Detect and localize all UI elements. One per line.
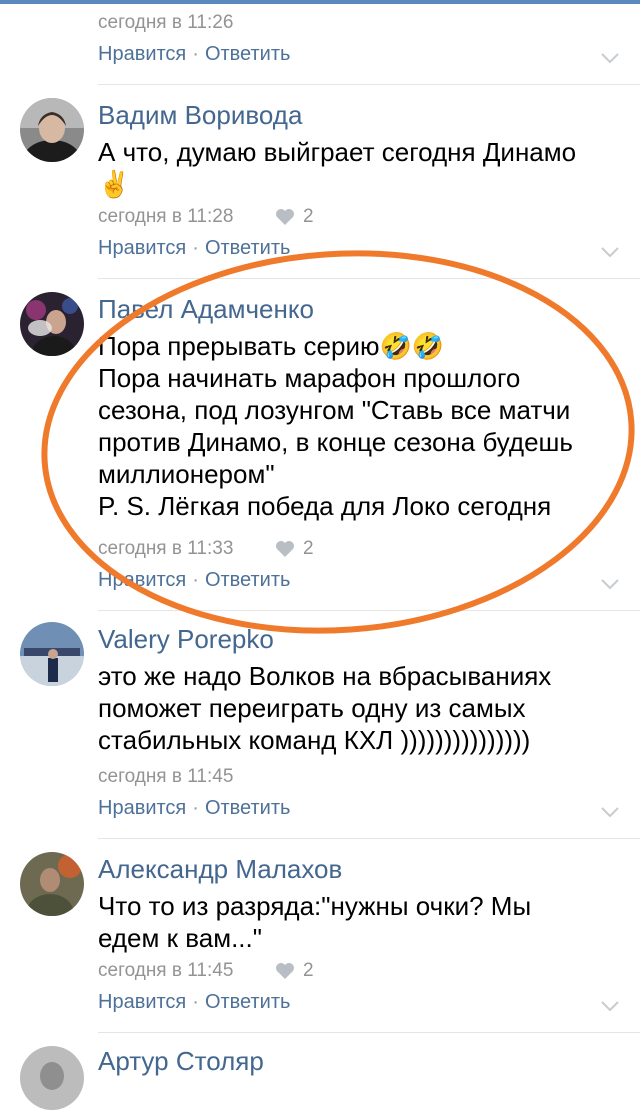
comment-text-line: ✌️ [98,169,131,199]
comment-text-line: против Динамо, в конце сезона будешь [98,427,573,457]
avatar[interactable] [20,852,84,916]
comment-time: сегодня в 11:45 [98,960,234,981]
like-button[interactable]: Нравится [98,797,186,819]
comment-text-line: поможет переиграть одну из самых [98,693,526,723]
comment-author[interactable]: Павел Адамченко [98,294,314,324]
comment-text-line: миллионером" [98,459,275,489]
divider [98,610,640,611]
actions-separator: · [192,569,199,591]
likes-count: 2 [275,538,314,560]
comment-time: сегодня в 11:26 [98,12,234,33]
comment-text: Пора прерывать серию🤣🤣 Пора начинать мар… [98,330,628,522]
comment-author[interactable]: Valery Porepko [98,624,274,654]
comment-author[interactable]: Александр Малахов [98,854,342,884]
likes-number: 2 [303,538,314,559]
divider [98,84,640,85]
comment-author[interactable]: Вадим Воривода [98,100,302,130]
comment-text-line: Что то из разряда:"нужны очки? Мы [98,891,532,921]
avatar[interactable] [20,98,84,162]
comment-text-line: едем к вам..." [98,923,262,953]
actions-separator: · [192,797,199,819]
comment-text-line: стабильных команд КХЛ ))))))))))))))) [98,725,531,755]
reply-button[interactable]: Ответить [205,43,291,65]
reply-button[interactable]: Ответить [205,797,291,819]
actions-separator: · [192,991,199,1013]
likes-count: 2 [275,960,314,982]
reply-button[interactable]: Ответить [205,237,291,259]
like-button[interactable]: Нравится [98,237,186,259]
divider [98,278,640,279]
divider [98,838,640,839]
comment-text: А что, думаю выйграет сегодня Динамо ✌️ [98,136,628,200]
avatar[interactable] [20,1046,84,1110]
comment-actions: Нравится · Ответить [98,568,290,592]
comment-actions: Нравится · Ответить [98,796,290,820]
comment-author[interactable]: Артур Столяр [98,1046,264,1076]
actions-separator: · [192,237,199,259]
likes-number: 2 [303,206,314,227]
divider [98,1032,640,1033]
comment-text-line: Пора начинать марафон прошлого [98,363,521,393]
comment-text-line: А что, думаю выйграет сегодня Динамо [98,137,577,167]
chevron-down-icon[interactable] [600,246,620,258]
comment-actions: Нравится · Ответить [98,990,290,1014]
actions-separator: · [192,43,199,65]
comment-actions: Нравится · Ответить [98,42,290,66]
comment-text: это же надо Волков на вбрасываниях помож… [98,660,628,756]
comment-time: сегодня в 11:33 [98,538,234,559]
comment-text-line: P. S. Лёгкая победа для Локо сегодня [98,491,552,521]
comment-text: Что то из разряда:"нужны очки? Мы едем к… [98,890,628,954]
like-button[interactable]: Нравится [98,569,186,591]
reply-button[interactable]: Ответить [205,569,291,591]
like-button[interactable]: Нравится [98,991,186,1013]
avatar[interactable] [20,292,84,356]
likes-count: 2 [275,206,314,228]
reply-button[interactable]: Ответить [205,991,291,1013]
top-bar [0,0,640,4]
comment-time: сегодня в 11:45 [98,766,234,787]
like-button[interactable]: Нравится [98,43,186,65]
heart-icon [276,541,294,557]
heart-icon [276,209,294,225]
chevron-down-icon[interactable] [600,578,620,590]
chevron-down-icon[interactable] [600,1000,620,1012]
comment-text-line: Пора прерывать серию🤣🤣 [98,331,445,361]
chevron-down-icon[interactable] [600,52,620,64]
likes-number: 2 [303,960,314,981]
heart-icon [276,963,294,979]
comment-time: сегодня в 11:28 [98,206,234,227]
comment-text-line: это же надо Волков на вбрасываниях [98,661,552,691]
comment-actions: Нравится · Ответить [98,236,290,260]
comment-text-line: сезона, под лозунгом "Ставь все матчи [98,395,571,425]
chevron-down-icon[interactable] [600,806,620,818]
avatar[interactable] [20,622,84,686]
